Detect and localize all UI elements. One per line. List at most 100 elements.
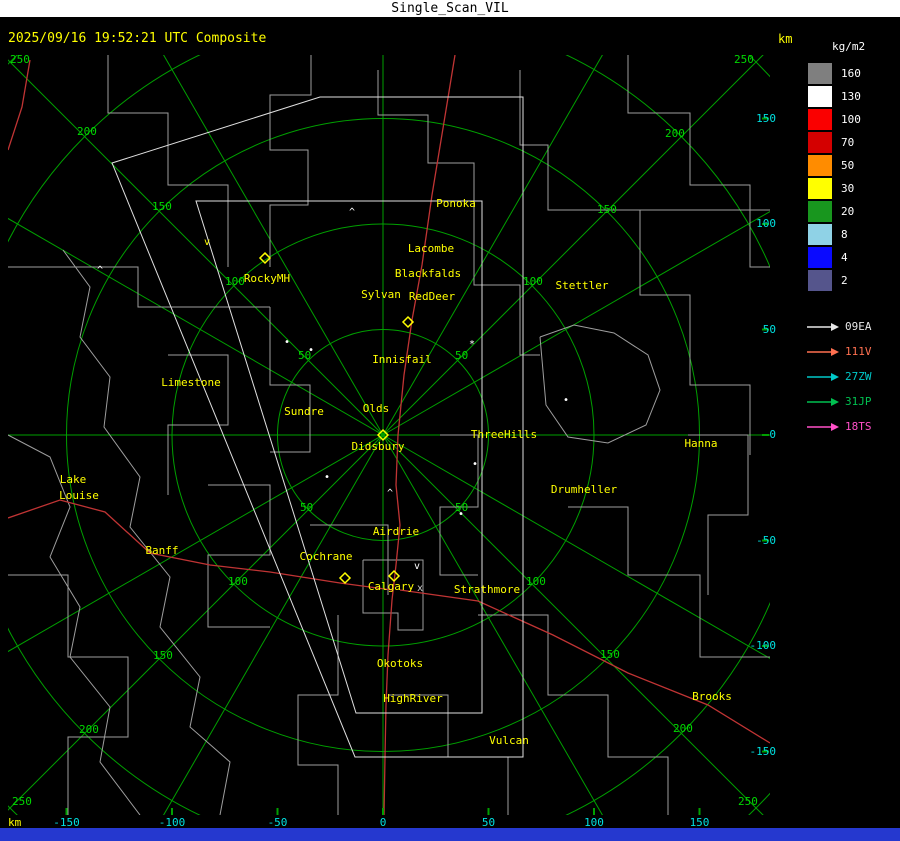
town-label: Airdrie [373, 525, 419, 538]
county-boundary [539, 324, 661, 444]
y-axis-label: 0 [769, 428, 776, 441]
radar-site-row: 31JP [800, 389, 900, 414]
town-label: Okotoks [377, 657, 423, 670]
arrow-head [831, 372, 839, 381]
legend-value: 8 [841, 228, 848, 241]
legend-swatch [808, 132, 832, 153]
site-id-label: 27ZW [845, 370, 872, 383]
town-label: Innisfail [372, 353, 432, 366]
town-label: Lake [60, 473, 87, 486]
legend-swatch [808, 63, 832, 84]
legend-entry: 8 [800, 223, 900, 246]
radar-site-row: 111V [800, 339, 900, 364]
county-boundary [688, 434, 749, 595]
y-axis-label: -50 [756, 533, 776, 547]
map-symbol: • [563, 395, 569, 406]
town-label: Louise [59, 489, 99, 502]
town-label: HighRiver [383, 692, 443, 705]
legend-value: 160 [841, 67, 861, 80]
county-boundary [8, 574, 129, 815]
county-boundary [207, 484, 271, 628]
radar-map[interactable]: 250 200 150 100 50 50 100 150 200 250 50 100 150 200 2… [8, 55, 770, 815]
town-label: RedDeer [409, 290, 456, 303]
range-ring-label: 100 [523, 275, 543, 288]
county-boundary [568, 506, 770, 658]
legend-entry: 50 [800, 154, 900, 177]
range-ring-label: 250 [10, 55, 30, 66]
legend-entry: 20 [800, 200, 900, 223]
range-ring-label: 200 [79, 723, 99, 736]
y-axis: 150 100 50 0 -50 -100 -150 [744, 0, 778, 841]
map-symbol: x [417, 583, 423, 594]
y-axis-label: 100 [756, 217, 776, 230]
bottom-bar [0, 828, 900, 841]
legend-swatch [808, 109, 832, 130]
map-symbol: ^ [349, 207, 355, 218]
town-label: RockyMH [244, 272, 290, 285]
town-label: Banff [145, 544, 178, 557]
legend-entry: 2 [800, 269, 900, 292]
arrow-head [831, 422, 839, 431]
arrow-head [831, 322, 839, 331]
legend-value: 50 [841, 159, 855, 172]
county-boundary [519, 70, 770, 211]
site-arrow-icon [807, 347, 839, 356]
highway-line [8, 499, 393, 591]
highway-line [399, 589, 770, 744]
range-ring-label: 150 [600, 648, 620, 661]
town-label: Hanna [684, 437, 717, 450]
county-boundary [107, 55, 229, 267]
range-ring-label: 50 [455, 349, 468, 362]
y-axis-label: 50 [762, 322, 776, 336]
county-boundary [269, 55, 312, 267]
legend-entry: 70 [800, 131, 900, 154]
county-boundary [639, 210, 751, 455]
town-label: Didsbury [352, 440, 405, 453]
town-label: Calgary [368, 580, 415, 593]
range-ring-label: 200 [673, 722, 693, 735]
site-id-label: 111V [845, 345, 872, 358]
range-ring-label: 150 [597, 203, 617, 216]
legend-value: 2 [841, 274, 848, 287]
highway-line [8, 59, 31, 151]
legend-unit-label: kg/m2 [832, 40, 866, 53]
site-arrow-icon [807, 422, 839, 431]
range-ring-label: 100 [225, 275, 245, 288]
radar-site-row: 27ZW [800, 364, 900, 389]
legend-value: 130 [841, 90, 861, 103]
town-label: Ponoka [436, 197, 476, 210]
town-label: Sundre [284, 405, 324, 418]
map-symbol: v [414, 561, 420, 572]
window-title: Single_Scan_VIL [391, 1, 509, 16]
y-axis-label: -100 [749, 639, 777, 652]
site-arrow-icon [807, 397, 839, 406]
site-id-label: 31JP [845, 395, 872, 408]
range-ring-label: 100 [228, 575, 248, 588]
legend-swatch [808, 247, 832, 268]
map-symbol: • [458, 509, 464, 520]
legend-swatch [808, 270, 832, 291]
map-symbol: • [284, 337, 290, 348]
legend-value: 70 [841, 136, 855, 149]
radar-site-row: 09EA [800, 314, 900, 339]
town-label: Sylvan [361, 288, 401, 301]
legend-value: 30 [841, 182, 855, 195]
legend-color-scale: 160 130 100 70 50 30 20 8 4 2 [800, 62, 900, 292]
county-boundary [297, 615, 339, 815]
legend-value: 100 [841, 113, 861, 126]
town-label: Strathmore [454, 583, 520, 596]
legend-swatch [808, 178, 832, 199]
town-label: Cochrane [300, 550, 353, 563]
range-ring-label: 150 [152, 200, 172, 213]
legend-entry: 160 [800, 62, 900, 85]
radar-map-canvas: 25020015010050 50100150200250501001502002… [8, 55, 770, 815]
town-label: Blackfalds [395, 267, 461, 280]
map-symbol: ^ [387, 488, 393, 499]
town-label: Brooks [692, 690, 732, 703]
town-label: Vulcan [489, 734, 529, 747]
legend-value: 4 [841, 251, 848, 264]
map-symbol: • [472, 459, 478, 470]
timestamp-label: 2025/09/16 19:52:21 UTC Composite [8, 31, 267, 46]
range-ring-label: 50 [300, 501, 313, 514]
county-boundary [377, 70, 475, 205]
